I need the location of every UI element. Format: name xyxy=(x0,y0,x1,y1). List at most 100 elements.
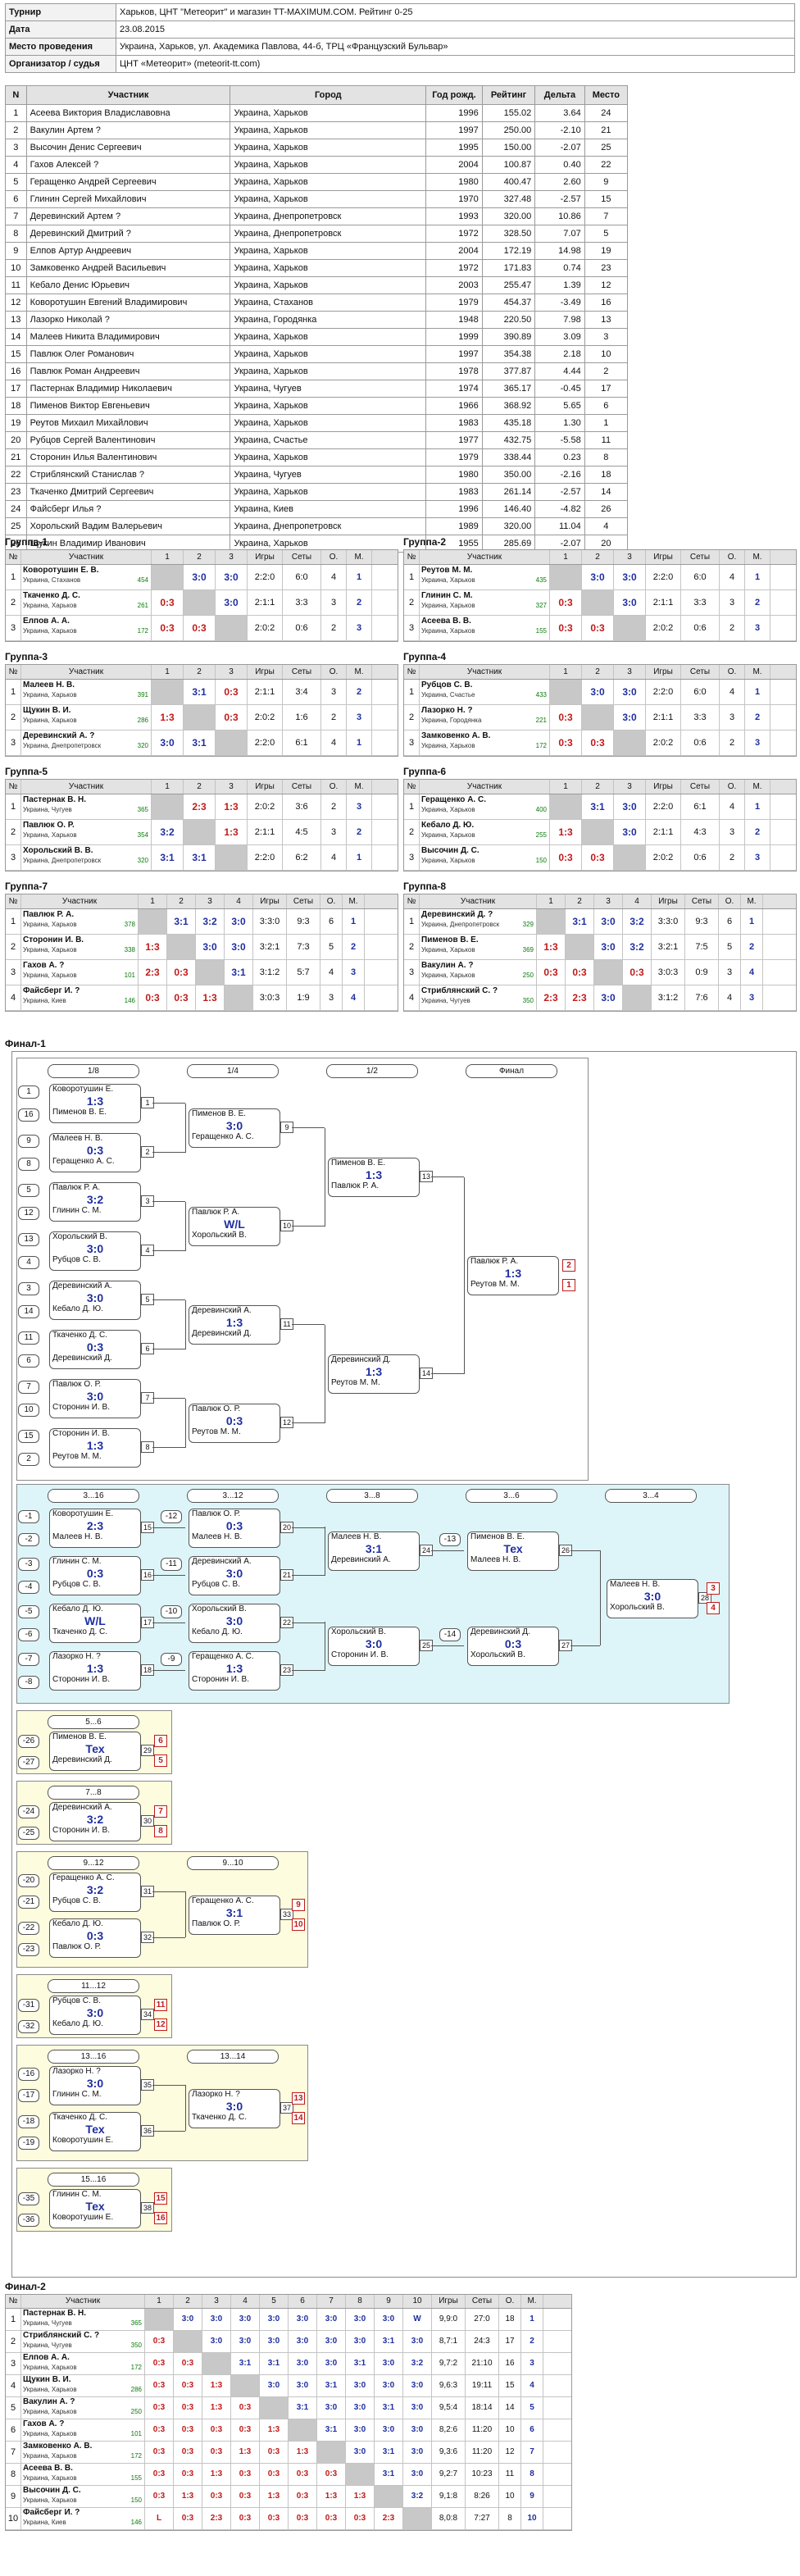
round-label: 15...16 xyxy=(48,2173,139,2187)
table-cell: Хорольский Вадим Валерьевич xyxy=(25,517,231,535)
place-cell: 3 xyxy=(741,985,763,1010)
match-score: 3:0 xyxy=(86,2077,104,2090)
seed-badge: -9 xyxy=(161,1653,182,1666)
player-a: Деревинский Д. xyxy=(470,1627,530,1636)
city-text: Украина, Харьков xyxy=(421,742,475,749)
participant-name: Елпов А. А. xyxy=(23,2353,70,2362)
table-cell: 155.02 xyxy=(481,104,536,122)
participant-city: Украина, Чугуев 350 xyxy=(21,2341,144,2350)
table-row: 7 Деревинский Артем ? Украина, Днепропетро… xyxy=(5,207,629,225)
place-cell: 10 xyxy=(521,2508,543,2529)
group-num: 3 xyxy=(6,845,21,870)
bracket-connector xyxy=(152,1299,185,1300)
round-label: 3...4 xyxy=(605,1489,697,1503)
participant-name: Файсберг И. ? xyxy=(23,986,80,995)
table-cell: 21 xyxy=(584,121,629,139)
seed-badge: -10 xyxy=(161,1605,182,1618)
table-cell: Асеева Виктория Владиславовна xyxy=(25,104,231,122)
match-score: 3:2 xyxy=(196,909,225,934)
group-row: 3 Вакулин А. ? Украина, Харьков 250 0:3 0:3 0:… xyxy=(404,960,796,985)
stat-cell: 5 xyxy=(719,935,741,959)
seed-badge: -13 xyxy=(439,1533,461,1546)
group-participant: Реутов М. М. Украина, Харьков 435 xyxy=(420,565,550,589)
match-score: 3:0 xyxy=(403,2375,432,2396)
group-header-cell: Игры xyxy=(248,665,283,679)
group-participant: Кебало Д. Ю. Украина, Харьков 255 xyxy=(420,820,550,844)
bracket-connector xyxy=(185,1399,186,1448)
group-header-cell: М. xyxy=(745,665,770,679)
group-title: Группа-2 xyxy=(403,536,447,548)
stat-cell: 18 xyxy=(499,2309,521,2330)
match-score: 0:3 xyxy=(550,730,582,755)
match-score: 1:3 xyxy=(86,1662,104,1675)
player-a: Пименов В. Е. xyxy=(331,1158,386,1167)
table-cell: Сторонин Илья Валентинович xyxy=(25,448,231,467)
final2-num: 10 xyxy=(6,2508,21,2529)
player-b: Сторонин И. В. xyxy=(331,1650,389,1659)
stat-cell: 0:6 xyxy=(681,730,720,755)
stat-cell: 2:0:2 xyxy=(248,616,283,640)
match-score: 3:1 xyxy=(566,909,594,934)
group-row: 1 Геращенко А. С. Украина, Харьков 400 3:1 3:… xyxy=(404,794,796,820)
match-score xyxy=(289,2419,317,2441)
group-header-row: № Участник 1 2 3 4 Игры Сеты О. М. xyxy=(404,894,796,909)
participant-city: Украина, Харьков 391 xyxy=(21,690,151,699)
stat-cell: 3 xyxy=(321,680,347,704)
participant-name: Деревинский Д. ? xyxy=(421,910,493,919)
stat-cell: 6:0 xyxy=(681,680,720,704)
match-score: 0:3 xyxy=(174,2375,202,2396)
match-score: 3:0 xyxy=(152,730,184,755)
place-cell: 4 xyxy=(343,985,365,1010)
stat-cell: 8:26 xyxy=(466,2486,499,2507)
participant-city: Украина, Харьков 327 xyxy=(420,601,549,610)
table-cell: Украина, Харьков xyxy=(230,345,427,363)
final2-participant: Замковенко А. В. Украина, Харьков 172 xyxy=(21,2442,145,2463)
stat-cell: 6:0 xyxy=(681,565,720,589)
place-badge: 3 xyxy=(707,1582,720,1595)
round-label: 7...8 xyxy=(48,1786,139,1800)
table-cell: 2004 xyxy=(425,242,483,260)
stat-cell: 24:3 xyxy=(466,2331,499,2352)
group-header-cell: Участник xyxy=(420,894,537,908)
group-header-cell: Игры xyxy=(652,894,685,908)
table-cell: 9 xyxy=(5,242,27,260)
final2-row: 10 Файсберг И. ? Украина, Киев 146 L 0:3 2:3 0:… xyxy=(6,2508,571,2530)
group-participant: Замковенко А. В. Украина, Харьков 172 xyxy=(420,730,550,755)
table-cell: 100.87 xyxy=(481,156,536,174)
group-header-cell: 2 xyxy=(582,550,614,564)
player-b: Малеев Н. В. xyxy=(52,1532,103,1541)
table-row: 2 Вакулин Артем ? Украина, Харьков 1997 250.… xyxy=(5,121,629,139)
rating-text: 221 xyxy=(535,717,547,724)
table-cell: -4.82 xyxy=(534,500,585,518)
round-label: 13...16 xyxy=(48,2050,139,2064)
table-cell: 11.04 xyxy=(534,517,585,535)
final2-row: 6 Гахов А. ? Украина, Харьков 101 0:3 0:3 0:3 0… xyxy=(6,2419,571,2442)
place-badge: 6 xyxy=(154,1735,167,1747)
group-table: № Участник 1 2 3 Игры Сеты О. М. 1 Рубцов С. В. Укр… xyxy=(403,664,797,757)
match-score: 1:3 xyxy=(537,935,566,959)
match-score: 3:0 xyxy=(202,2331,231,2352)
stat-cell: 2:2:0 xyxy=(646,565,681,589)
place-cell: 2 xyxy=(745,820,770,844)
group-header-cell: Участник xyxy=(21,665,152,679)
match-score: 3:0 xyxy=(317,2309,346,2330)
player-b: Деревинский Д. xyxy=(192,1329,252,1338)
match-score xyxy=(167,935,196,959)
table-cell: 17 xyxy=(5,380,27,398)
group-header-cell: О. xyxy=(321,780,347,794)
player-b: Сторонин И. В. xyxy=(192,1675,249,1684)
match-score: 3:0 xyxy=(317,2397,346,2419)
table-cell: 23 xyxy=(584,259,629,277)
city-text: Украина, Днепропетровск xyxy=(23,857,102,864)
place-badge: 2 xyxy=(562,1259,575,1272)
table-cell: 14 xyxy=(5,328,27,346)
place-cell: 6 xyxy=(521,2419,543,2441)
player-a: Коворотушин Е. xyxy=(52,1085,114,1094)
group-header-cell: Игры xyxy=(253,894,287,908)
seed-badge: 12 xyxy=(18,1207,39,1220)
seed-badge: -17 xyxy=(18,2089,39,2102)
r16-match: Деревинский А. 3:0 Кебало Д. Ю. xyxy=(49,1281,141,1320)
place-badge: 8 xyxy=(154,1825,167,1837)
match-score: 3:0 xyxy=(346,2419,375,2441)
stat-cell: 6:2 xyxy=(283,845,321,870)
